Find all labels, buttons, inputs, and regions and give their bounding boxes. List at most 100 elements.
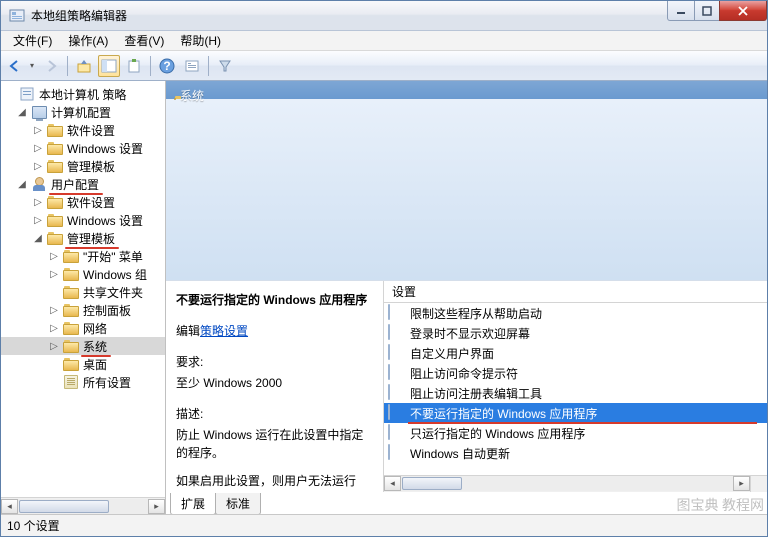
tree-user-config[interactable]: ◢ 用户配置 [1, 175, 165, 193]
scroll-icon [63, 374, 79, 390]
tree-item[interactable]: 桌面 [1, 355, 165, 373]
toolbar-separator [67, 56, 68, 76]
policy-summary: 不要运行指定的 Windows 应用程序 编辑策略设置 要求: 至少 Windo… [166, 281, 383, 492]
tab-standard[interactable]: 标准 [215, 493, 261, 514]
toolbar-separator [208, 56, 209, 76]
policy-icon [388, 425, 404, 441]
expand-icon[interactable]: ▷ [47, 339, 61, 353]
tree-item[interactable]: ▷ 管理模板 [1, 157, 165, 175]
details-panel: 系统 不要运行指定的 Windows 应用程序 编辑策略设置 要求: 至少 Wi… [166, 81, 767, 514]
back-button[interactable]: ▾ [5, 55, 37, 77]
forward-button[interactable] [40, 55, 62, 77]
list-item[interactable]: 登录时不显示欢迎屏幕 [384, 323, 767, 343]
expand-icon[interactable]: ▷ [47, 303, 61, 317]
expand-icon[interactable]: ▷ [31, 213, 45, 227]
list-item[interactable]: 只运行指定的 Windows 应用程序 [384, 423, 767, 443]
description-text: 如果启用此设置，则用户无法运行 [176, 472, 373, 490]
tree-h-scrollbar[interactable]: ◂ ▸ [1, 497, 165, 514]
requirements-value: 至少 Windows 2000 [176, 374, 373, 391]
expand-icon[interactable]: ▷ [31, 123, 45, 137]
policy-icon [388, 345, 404, 361]
app-window: 本地组策略编辑器 文件(F) 操作(A) 查看(V) 帮助(H) ▾ ? [0, 0, 768, 537]
tree-computer-config[interactable]: ◢ 计算机配置 [1, 103, 165, 121]
folder-icon [47, 122, 63, 138]
expand-icon[interactable]: ▷ [31, 159, 45, 173]
list-item[interactable]: 限制这些程序从帮助启动 [384, 303, 767, 323]
tree-system[interactable]: ▷ 系统 [1, 337, 165, 355]
maximize-button[interactable] [694, 1, 720, 21]
folder-icon [63, 248, 79, 264]
policy-icon [388, 405, 404, 421]
filter-button[interactable] [214, 55, 236, 77]
tree-root[interactable]: 本地计算机 策略 [1, 85, 165, 103]
main-content: 本地计算机 策略 ◢ 计算机配置 ▷ 软件设置 ▷ Windows 设置 ▷ 管… [1, 81, 767, 514]
list-item-selected[interactable]: 不要运行指定的 Windows 应用程序 [384, 403, 767, 423]
settings-column: 设置 限制这些程序从帮助启动 登录时不显示欢迎屏幕 自定义用户界面 阻止访问命令… [383, 281, 767, 492]
settings-h-scrollbar[interactable]: ◂ ▸ [384, 475, 750, 492]
toolbar: ▾ ? [1, 51, 767, 81]
app-icon [9, 8, 25, 24]
tree-item[interactable]: 共享文件夹 [1, 283, 165, 301]
tree-panel: 本地计算机 策略 ◢ 计算机配置 ▷ 软件设置 ▷ Windows 设置 ▷ 管… [1, 81, 166, 514]
folder-icon [47, 212, 63, 228]
window-controls [668, 1, 767, 30]
tree-item[interactable]: ▷ Windows 设置 [1, 211, 165, 229]
tree-item[interactable]: ▷ "开始" 菜单 [1, 247, 165, 265]
policy-tree[interactable]: 本地计算机 策略 ◢ 计算机配置 ▷ 软件设置 ▷ Windows 设置 ▷ 管… [1, 81, 165, 497]
scroll-left-icon[interactable]: ◂ [1, 499, 18, 514]
settings-header[interactable]: 设置 [384, 281, 767, 303]
expand-icon[interactable]: ▷ [47, 249, 61, 263]
export-button[interactable] [123, 55, 145, 77]
expand-icon[interactable]: ▷ [31, 195, 45, 209]
list-item[interactable]: 阻止访问命令提示符 [384, 363, 767, 383]
tree-item[interactable]: ▷ 软件设置 [1, 193, 165, 211]
policy-icon [388, 385, 404, 401]
folder-icon [47, 158, 63, 174]
tree-item[interactable]: ▷ 网络 [1, 319, 165, 337]
svg-text:?: ? [163, 59, 170, 73]
minimize-button[interactable] [667, 1, 695, 21]
collapse-icon[interactable]: ◢ [15, 105, 29, 119]
collapse-icon[interactable]: ◢ [31, 231, 45, 245]
menu-view[interactable]: 查看(V) [116, 30, 172, 51]
scroll-left-icon[interactable]: ◂ [384, 476, 401, 491]
properties-button[interactable] [181, 55, 203, 77]
expand-icon[interactable]: ▷ [47, 267, 61, 281]
scroll-right-icon[interactable]: ▸ [733, 476, 750, 491]
tab-extended[interactable]: 扩展 [170, 493, 216, 514]
computer-icon [31, 104, 47, 120]
tree-item[interactable]: ▷ Windows 设置 [1, 139, 165, 157]
tree-admin-templates[interactable]: ◢ 管理模板 [1, 229, 165, 247]
menu-action[interactable]: 操作(A) [60, 30, 116, 51]
status-text: 10 个设置 [7, 517, 60, 534]
title-bar: 本地组策略编辑器 [1, 1, 767, 31]
folder-icon [63, 284, 79, 300]
window-title: 本地组策略编辑器 [31, 7, 668, 24]
tree-item[interactable]: ▷ 控制面板 [1, 301, 165, 319]
show-tree-button[interactable] [98, 55, 120, 77]
folder-icon [47, 194, 63, 210]
tree-item[interactable]: ▷ Windows 组 [1, 265, 165, 283]
list-item[interactable]: Windows 自动更新 [384, 443, 767, 463]
policy-icon [388, 305, 404, 321]
collapse-icon[interactable]: ◢ [15, 177, 29, 191]
help-button[interactable]: ? [156, 55, 178, 77]
expand-icon[interactable]: ▷ [31, 141, 45, 155]
menu-file[interactable]: 文件(F) [5, 30, 60, 51]
menu-help[interactable]: 帮助(H) [172, 30, 229, 51]
edit-policy-link[interactable]: 策略设置 [200, 324, 248, 338]
folder-icon [63, 320, 79, 336]
tree-all-settings[interactable]: 所有设置 [1, 373, 165, 391]
close-button[interactable] [719, 1, 767, 21]
requirements-label: 要求: [176, 353, 373, 370]
scroll-right-icon[interactable]: ▸ [148, 499, 165, 514]
expand-icon[interactable]: ▷ [47, 321, 61, 335]
list-item[interactable]: 阻止访问注册表编辑工具 [384, 383, 767, 403]
folder-icon [63, 302, 79, 318]
user-icon [31, 176, 47, 192]
tree-item[interactable]: ▷ 软件设置 [1, 121, 165, 139]
up-button[interactable] [73, 55, 95, 77]
policy-icon [19, 86, 35, 102]
list-item[interactable]: 自定义用户界面 [384, 343, 767, 363]
settings-list[interactable]: 限制这些程序从帮助启动 登录时不显示欢迎屏幕 自定义用户界面 阻止访问命令提示符… [384, 303, 767, 475]
